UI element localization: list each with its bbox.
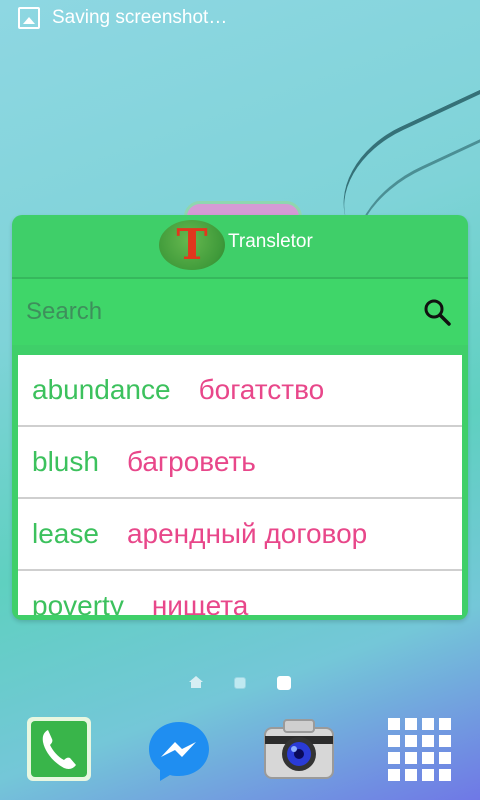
translation-list[interactable]: abundance богатство blush багроветь leas… (18, 355, 462, 615)
home-page-indicator-icon[interactable] (189, 676, 203, 688)
screenshot-image-icon (18, 7, 40, 29)
word-text: blush (32, 446, 99, 477)
status-notification-text: Saving screenshot… (52, 7, 228, 28)
apps-grid-icon[interactable] (386, 716, 454, 784)
word-text: lease (32, 518, 99, 549)
logo-letter: T (176, 220, 208, 269)
translation-text: богатство (198, 374, 325, 405)
word-text: poverty (32, 590, 124, 615)
translation-text: арендный договор (126, 518, 368, 549)
widget-header: T Transletor (12, 215, 468, 275)
list-item[interactable]: abundance богатство (18, 355, 462, 427)
list-item[interactable]: blush багроветь (18, 427, 462, 499)
list-item[interactable]: poverty нищета (18, 571, 462, 615)
page-dot[interactable] (234, 677, 246, 689)
dock (0, 712, 480, 800)
list-item[interactable]: lease арендный договор (18, 499, 462, 571)
search-icon[interactable] (422, 297, 452, 327)
translation-text: нищета (151, 590, 249, 615)
app-title: Transletor (228, 231, 313, 252)
translator-widget: T Transletor abundance богатство blush б… (12, 215, 468, 620)
camera-icon[interactable] (262, 716, 336, 782)
translation-text: багроветь (126, 446, 256, 477)
page-indicator (0, 674, 480, 690)
search-bar (12, 277, 468, 345)
page-dot-active[interactable] (277, 676, 291, 690)
phone-icon[interactable] (26, 716, 92, 782)
status-bar: Saving screenshot… (0, 0, 480, 36)
word-text: abundance (32, 374, 171, 405)
app-logo: T (159, 220, 225, 270)
messenger-icon[interactable] (146, 718, 212, 784)
search-input[interactable] (24, 293, 408, 331)
